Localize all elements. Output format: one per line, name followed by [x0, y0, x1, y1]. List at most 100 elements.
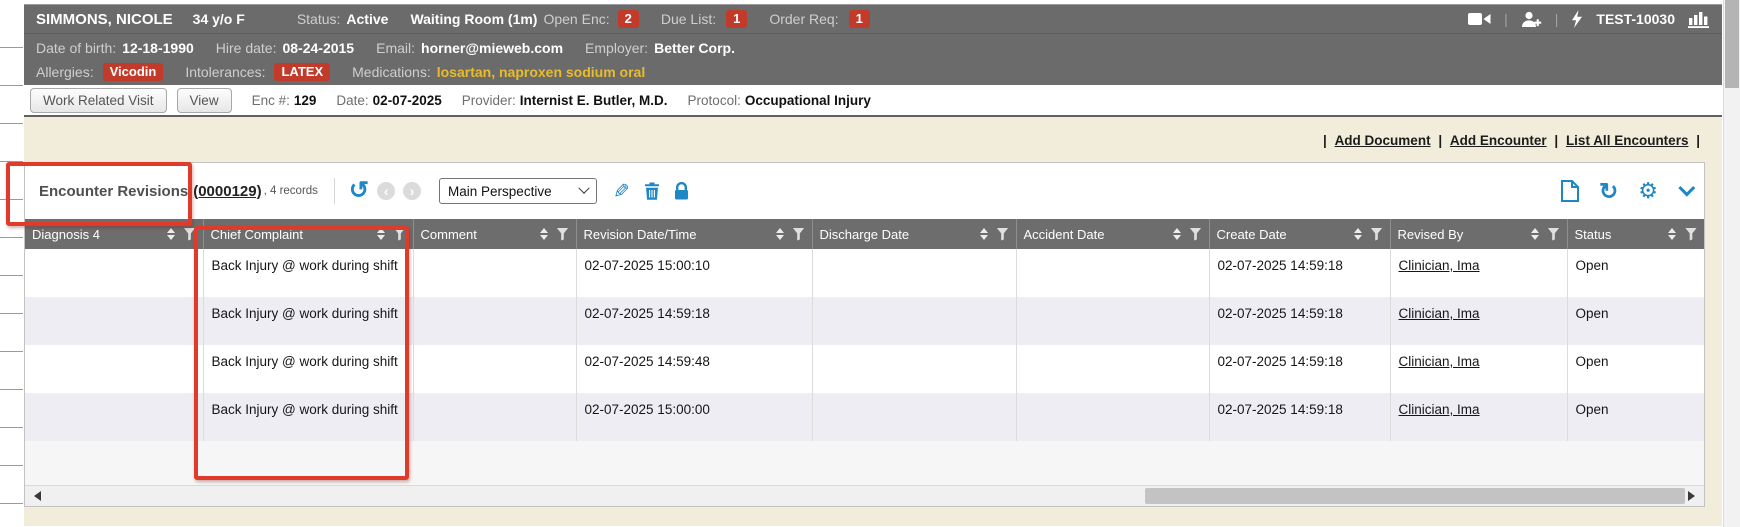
perspective-select[interactable]: Main Perspective	[439, 178, 597, 204]
perspective-selected-value: Main Perspective	[448, 184, 552, 199]
filter-funnel-icon[interactable]	[1548, 228, 1560, 241]
panel-toolbar: Encounter Revisions (0000129) , 4 record…	[25, 163, 1704, 219]
col-header-revised-by[interactable]: Revised By	[1390, 219, 1567, 249]
refresh-undo-icon[interactable]: ↺	[349, 181, 369, 201]
cell-discharge	[812, 345, 1016, 393]
order-req-badge[interactable]: 1	[849, 10, 870, 28]
panel-chart-id[interactable]: (0000129)	[193, 183, 261, 200]
revised-by-link[interactable]: Clinician, Ima	[1399, 354, 1480, 369]
col-header-status[interactable]: Status	[1567, 219, 1704, 249]
revised-by-link[interactable]: Clinician, Ima	[1399, 306, 1480, 321]
cell-chief: Back Injury @ work during shift	[203, 249, 413, 297]
allergy-badge[interactable]: Vicodin	[103, 63, 164, 81]
vertical-scrollbar-thumb[interactable]	[1725, 0, 1739, 88]
lock-icon[interactable]	[674, 182, 689, 200]
patient-name[interactable]: SIMMONS, NICOLE	[36, 11, 173, 28]
allergies-label: Allergies:	[36, 64, 94, 80]
email-label: Email:	[376, 40, 415, 56]
settings-gear-icon[interactable]: ⚙	[1638, 181, 1658, 201]
col-header-create-date[interactable]: Create Date	[1209, 219, 1390, 249]
sort-icon[interactable]	[1354, 228, 1362, 240]
reload-sync-icon[interactable]: ↻	[1599, 181, 1618, 201]
horizontal-scrollbar[interactable]	[25, 485, 1704, 506]
revised-by-link[interactable]: Clinician, Ima	[1399, 258, 1480, 273]
waiting-room-value[interactable]: Waiting Room (1m)	[410, 11, 537, 27]
col-header-diagnosis-4[interactable]: Diagnosis 4	[25, 219, 203, 249]
due-list-badge[interactable]: 1	[726, 10, 747, 28]
encounter-revisions-panel: Encounter Revisions (0000129) , 4 record…	[24, 162, 1705, 507]
horizontal-scrollbar-thumb[interactable]	[1145, 488, 1685, 504]
enc-number-value: 129	[294, 93, 317, 108]
divider: |	[1555, 11, 1559, 27]
cell-status: Open	[1567, 297, 1704, 345]
col-header-chief-complaint[interactable]: Chief Complaint	[203, 219, 413, 249]
filter-funnel-icon[interactable]	[793, 228, 805, 241]
edit-pencil-icon[interactable]: ✎	[613, 179, 630, 204]
col-header-comment[interactable]: Comment	[413, 219, 576, 249]
medications-value[interactable]: losartan, naproxen sodium oral	[437, 64, 646, 80]
patient-age-sex: 34 y/o F	[193, 11, 245, 27]
work-related-visit-button[interactable]: Work Related Visit	[30, 88, 167, 113]
list-all-encounters-link[interactable]: List All Encounters	[1566, 133, 1689, 148]
filter-funnel-icon[interactable]	[557, 228, 569, 241]
sort-icon[interactable]	[776, 228, 784, 240]
left-ruler	[0, 0, 23, 527]
sort-icon[interactable]	[167, 228, 175, 240]
sort-icon[interactable]	[1173, 228, 1181, 240]
col-header-discharge-date[interactable]: Discharge Date	[812, 219, 1016, 249]
add-document-link[interactable]: Add Document	[1335, 133, 1431, 148]
employer-value: Better Corp.	[654, 40, 735, 56]
add-encounter-link[interactable]: Add Encounter	[1450, 133, 1547, 148]
patient-id[interactable]: TEST-10030	[1596, 11, 1675, 27]
protocol-value: Occupational Injury	[745, 93, 871, 108]
quick-action-lightning-icon[interactable]	[1571, 10, 1583, 28]
filter-funnel-icon[interactable]	[1685, 228, 1697, 241]
sort-icon[interactable]	[1531, 228, 1539, 240]
new-document-icon[interactable]	[1561, 180, 1579, 202]
employer-label: Employer:	[585, 40, 648, 56]
delete-trash-icon[interactable]	[644, 182, 660, 200]
encounter-bar: Work Related Visit View Enc #: 129 Date:…	[24, 85, 1722, 117]
prev-page-icon[interactable]: ‹	[377, 182, 395, 200]
video-call-icon[interactable]	[1468, 12, 1491, 26]
cell-create: 02-07-2025 14:59:18	[1209, 249, 1390, 297]
vertical-scrollbar[interactable]	[1723, 0, 1740, 527]
cell-revision: 02-07-2025 15:00:10	[576, 249, 812, 297]
scroll-left-arrow-icon[interactable]	[34, 491, 41, 501]
cell-diagnosis	[25, 249, 203, 297]
status-label: Status:	[297, 11, 341, 27]
sort-icon[interactable]	[980, 228, 988, 240]
cell-revised_by: Clinician, Ima	[1390, 393, 1567, 441]
view-button[interactable]: View	[177, 88, 232, 113]
add-person-icon[interactable]	[1521, 11, 1542, 28]
filter-funnel-icon[interactable]	[997, 228, 1009, 241]
open-enc-badge[interactable]: 2	[618, 10, 639, 28]
filter-funnel-icon[interactable]	[394, 228, 406, 241]
intolerance-badge[interactable]: LATEX	[274, 63, 330, 81]
col-header-accident-date[interactable]: Accident Date	[1016, 219, 1209, 249]
dob-value: 12-18-1990	[122, 40, 194, 56]
patient-banner-row-3: Allergies: Vicodin Intolerances: LATEX M…	[24, 61, 1722, 85]
revised-by-link[interactable]: Clinician, Ima	[1399, 402, 1480, 417]
cell-create: 02-07-2025 14:59:18	[1209, 297, 1390, 345]
cell-diagnosis	[25, 393, 203, 441]
next-page-icon[interactable]: ›	[403, 182, 421, 200]
filter-funnel-icon[interactable]	[1190, 228, 1202, 241]
cell-diagnosis	[25, 297, 203, 345]
col-header-revision-date-time[interactable]: Revision Date/Time	[576, 219, 812, 249]
main-area: | Add Document | Add Encounter | List Al…	[24, 117, 1722, 526]
cell-chief: Back Injury @ work during shift	[203, 345, 413, 393]
patient-banner-row-1: SIMMONS, NICOLE 34 y/o F Status: Active …	[24, 5, 1722, 34]
flowsheet-chart-icon[interactable]	[1688, 10, 1710, 28]
chevron-down-icon	[578, 183, 589, 194]
filter-funnel-icon[interactable]	[184, 228, 196, 241]
collapse-chevron-icon[interactable]	[1678, 180, 1695, 197]
sort-icon[interactable]	[377, 228, 385, 240]
order-req-label: Order Req:	[769, 11, 838, 27]
sort-icon[interactable]	[1668, 228, 1676, 240]
panel-record-count: , 4 records	[264, 185, 318, 197]
scroll-right-arrow-icon[interactable]	[1688, 491, 1695, 501]
cell-revision: 02-07-2025 14:59:48	[576, 345, 812, 393]
filter-funnel-icon[interactable]	[1371, 228, 1383, 241]
sort-icon[interactable]	[540, 228, 548, 240]
